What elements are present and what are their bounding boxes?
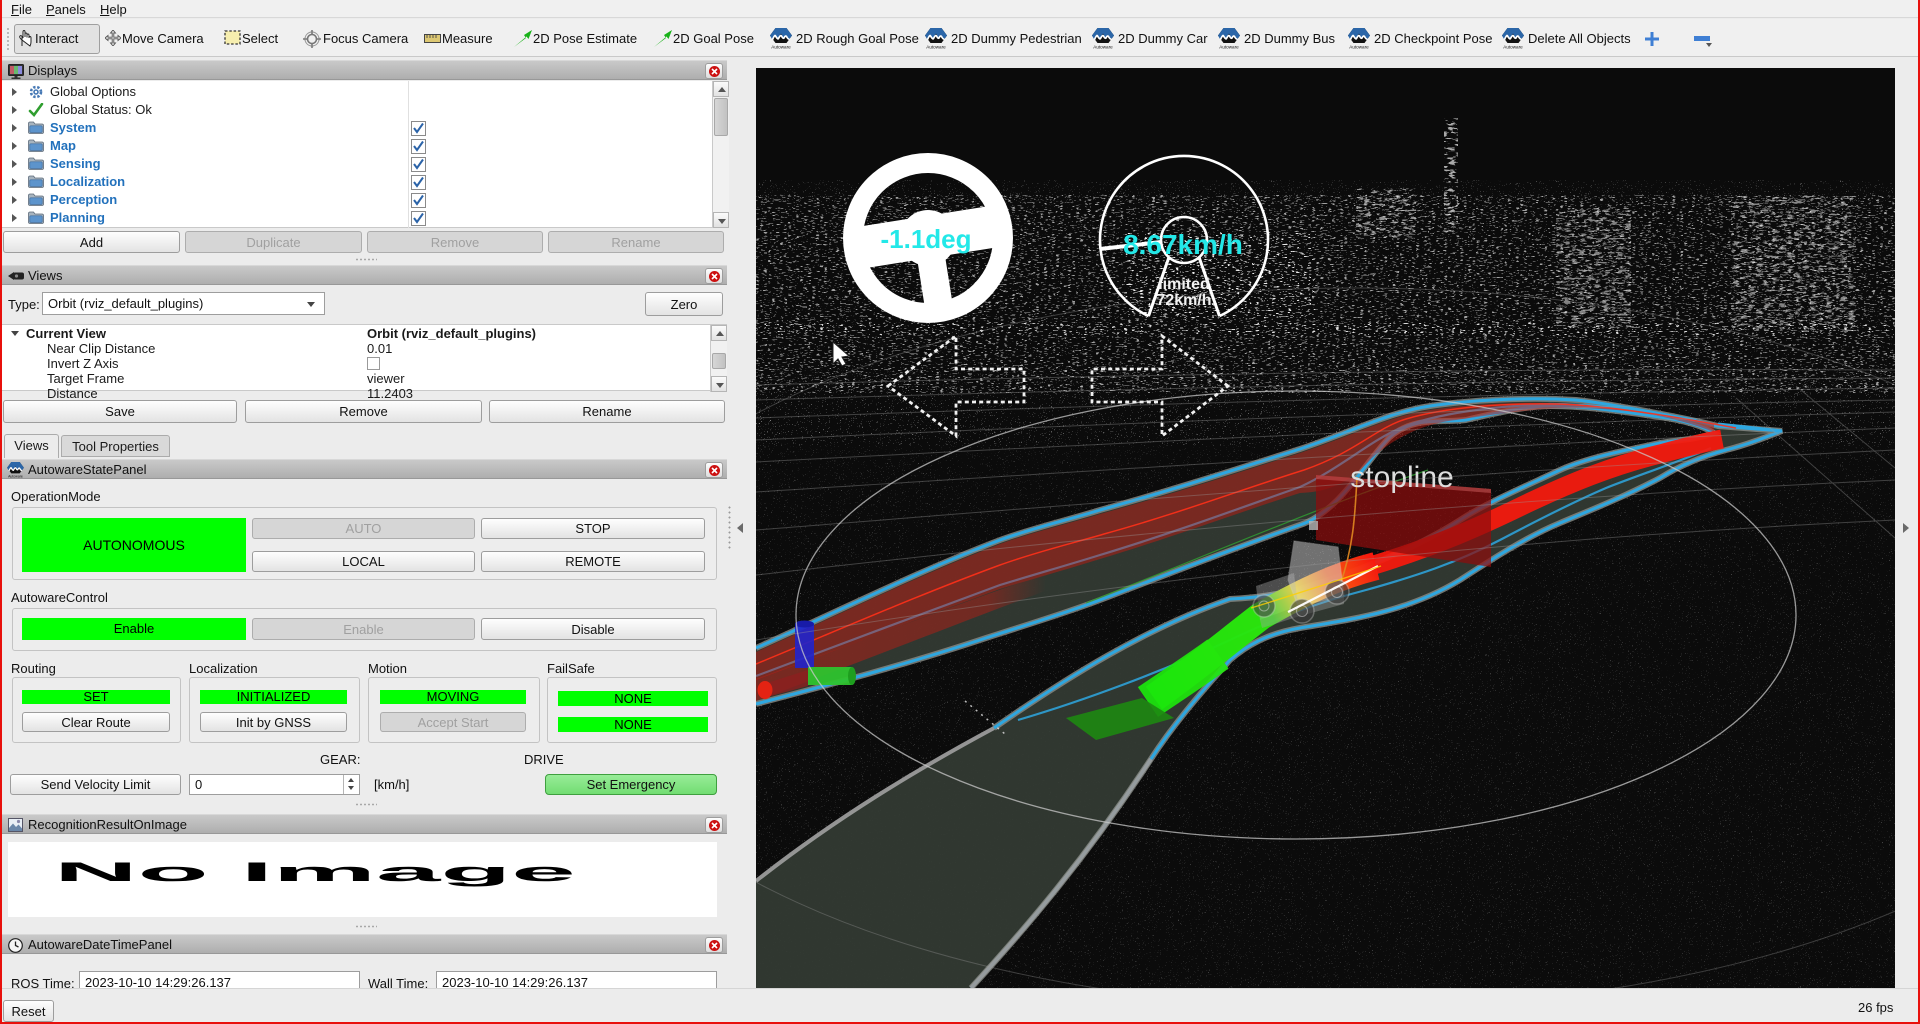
svg-text:Autoware: Autoware [8, 475, 23, 478]
svg-text:8.67km/h: 8.67km/h [1123, 229, 1243, 260]
svg-text:Autoware: Autoware [1503, 45, 1523, 50]
svg-text:limited: limited [1158, 276, 1210, 293]
svg-text:-1.1deg: -1.1deg [880, 224, 971, 254]
svg-text:72km/h: 72km/h [1156, 292, 1211, 309]
svg-text:Autoware: Autoware [1219, 45, 1239, 50]
svg-text:Autoware: Autoware [771, 45, 791, 50]
svg-text:Autoware: Autoware [926, 45, 946, 50]
svg-text:Autoware: Autoware [1093, 45, 1113, 50]
svg-text:Autoware: Autoware [1349, 45, 1369, 50]
